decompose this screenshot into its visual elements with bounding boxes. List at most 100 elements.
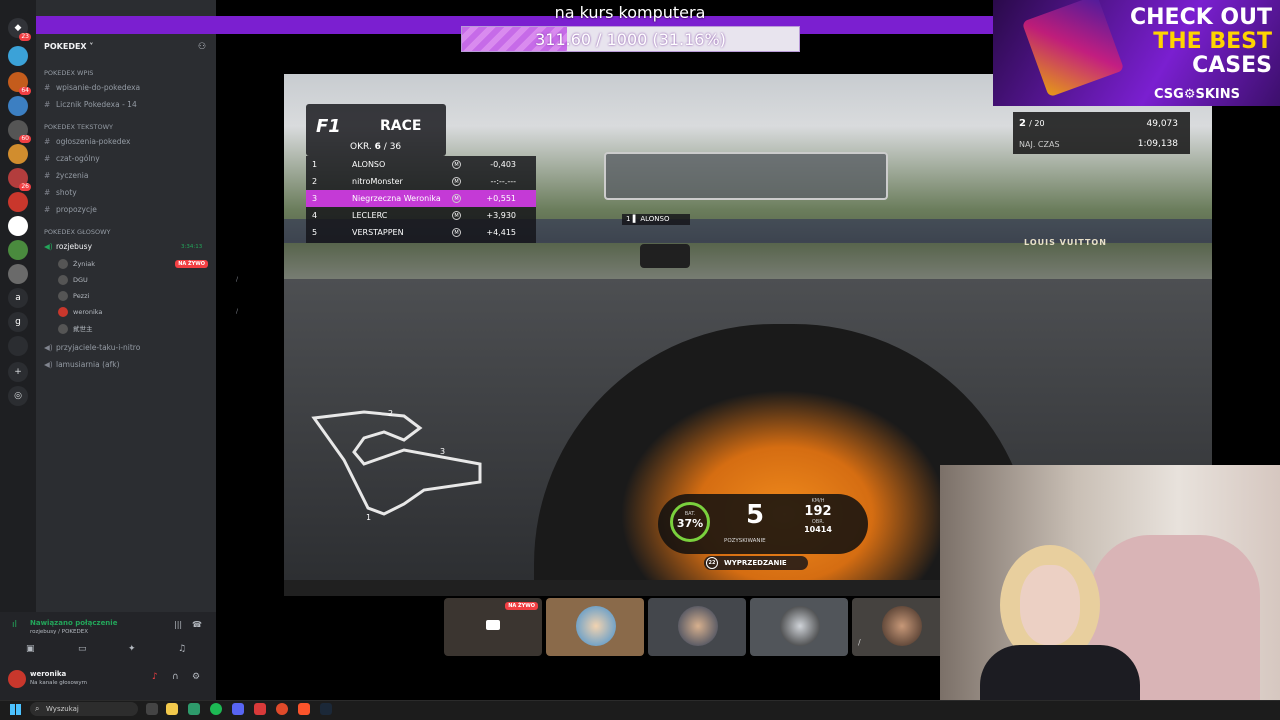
settings-gear-icon[interactable]: ⚙ — [192, 672, 200, 682]
headphones-icon[interactable]: ∩ — [172, 672, 179, 682]
lap-position: 2 / 20 — [1019, 118, 1045, 129]
participant-tile[interactable]: / — [852, 598, 950, 656]
avatar — [58, 307, 68, 317]
channel-item[interactable]: # czat-ogólny — [44, 154, 214, 163]
start-windows-icon[interactable] — [10, 704, 21, 715]
best-time-label: NAJ. CZAS — [1019, 140, 1060, 149]
voice-channel-item[interactable]: ◀) przyjaciele-taku-i-nitro — [44, 343, 214, 352]
connection-status[interactable]: Nawiązano połączenie — [30, 619, 117, 627]
avatar — [58, 275, 68, 285]
participant-strip: NA ŻYWO / — [444, 598, 950, 656]
track-minimap: 1 2 3 — [311, 409, 482, 522]
discord-home-icon[interactable]: ◆ 23 — [8, 18, 31, 41]
channel-item[interactable]: # Licznik Pokedexa - 14 — [44, 100, 214, 109]
brave-icon[interactable] — [298, 703, 310, 715]
goal-progress-text: 311.60 / 1000 (31.16%) — [535, 30, 726, 49]
server-icon[interactable] — [8, 96, 28, 116]
voice-panel: ıl Nawiązano połączenie rozjebusy / POKE… — [0, 612, 216, 700]
category-label[interactable]: POKEDEX Wpis — [44, 69, 93, 77]
opera-icon[interactable] — [276, 703, 288, 715]
participant-tile[interactable] — [750, 598, 848, 656]
avatar — [58, 291, 68, 301]
sponsor-ad[interactable]: CHECK OUT THE BEST CASES CSG⚙SKINS — [993, 0, 1280, 106]
rear-mirror — [604, 152, 888, 200]
voice-channel-item[interactable]: ◀) lamusiarnia (afk) — [44, 360, 214, 369]
channel-item[interactable]: # propozycje — [44, 205, 214, 214]
channel-item[interactable]: # wpisanie-do-pokedexa — [44, 83, 214, 92]
file-explorer-icon[interactable] — [166, 703, 178, 715]
server-icon[interactable]: a — [8, 288, 28, 308]
server-icon[interactable] — [8, 336, 28, 356]
sector-label: 3 — [440, 447, 445, 456]
voice-user[interactable]: Pezzi — [58, 291, 89, 301]
server-icon[interactable] — [8, 144, 28, 164]
user-avatar[interactable] — [8, 670, 26, 688]
channel-sidebar: POKEDEX ˅ ⚇ POKEDEX Wpis # wpisanie-do-po… — [36, 0, 238, 700]
activity-icon[interactable]: ✦ — [128, 644, 136, 654]
server-icon[interactable] — [8, 240, 28, 260]
hash-icon: # — [44, 188, 51, 197]
server-icon[interactable]: 60 — [8, 120, 31, 143]
server-icon[interactable]: g — [8, 312, 28, 332]
steam-icon[interactable] — [320, 703, 332, 715]
avatar — [58, 324, 68, 334]
server-icon[interactable]: 26 — [8, 168, 31, 191]
noise-suppression-icon[interactable]: ||| — [174, 620, 182, 629]
screen-share-icon[interactable]: ▭ — [78, 644, 87, 654]
channel-item[interactable]: # ogłoszenia-pokedex — [44, 137, 214, 146]
muted-icon: / — [236, 276, 239, 283]
speed-readout: KM/H 192 OBR. 10414 — [804, 498, 832, 534]
hash-icon: # — [44, 83, 51, 92]
soundboard-icon[interactable]: ♫ — [178, 644, 186, 654]
speaker-icon: ◀) — [44, 242, 53, 251]
server-name[interactable]: POKEDEX ˅ — [44, 42, 93, 51]
participant-tile[interactable] — [546, 598, 644, 656]
voice-user[interactable]: Żyniak — [58, 259, 95, 269]
server-icon[interactable] — [8, 192, 28, 212]
add-member-icon[interactable]: ⚇ — [198, 42, 206, 52]
speaker-icon: ◀) — [44, 343, 53, 352]
discord-icon[interactable] — [232, 703, 244, 715]
participant-tile[interactable]: NA ŻYWO — [444, 598, 542, 656]
server-icon[interactable] — [8, 264, 28, 284]
discover-icon[interactable]: ◎ — [8, 386, 28, 406]
store-icon[interactable] — [188, 703, 200, 715]
avatar — [780, 606, 820, 646]
car-ahead-tag: 1 ▌ ALONSO — [622, 214, 690, 225]
server-icon[interactable]: 64 — [8, 72, 31, 95]
server-icon[interactable] — [8, 46, 28, 66]
disconnect-icon[interactable]: ☎ — [192, 620, 202, 629]
app-icon[interactable] — [254, 703, 266, 715]
current-lap-time: 49,073 — [1146, 119, 1179, 129]
gear-indicator: 5 — [746, 500, 765, 530]
voice-user[interactable]: DGU — [58, 275, 88, 285]
ad-brand-logo: CSG⚙SKINS — [1154, 87, 1240, 102]
category-label[interactable]: POKEDEX GŁOSOWY — [44, 228, 110, 236]
hash-icon: # — [44, 205, 51, 214]
task-view-icon[interactable] — [146, 703, 158, 715]
steering-dash: BAT. 37% 5 POZYSKIWANIE KM/H 192 OBR. 10… — [658, 494, 868, 554]
spotify-icon[interactable] — [210, 703, 222, 715]
avatar — [678, 606, 718, 646]
server-icon-active[interactable] — [8, 216, 28, 236]
channel-item[interactable]: # shoty — [44, 188, 214, 197]
streamer-webcam — [940, 465, 1280, 720]
category-label[interactable]: POKEDEX Tekstowy — [44, 123, 113, 131]
voice-user[interactable]: weronika — [58, 307, 102, 317]
ad-knife-graphic — [1021, 0, 1125, 98]
lap-timing-panel: 2 / 20 49,073 NAJ. CZAS 1:09,138 — [1013, 112, 1190, 154]
speaker-icon: ◀) — [44, 360, 53, 369]
voice-user[interactable]: 貮世主 — [58, 323, 93, 334]
camera-off-icon[interactable]: ▣ — [26, 644, 35, 654]
race-header: F1 RACE OKR. 6 / 36 — [306, 104, 446, 156]
streamer-face — [1020, 565, 1080, 645]
taskbar-search[interactable]: ⌕ Wyszukaj — [30, 702, 138, 716]
user-name[interactable]: weronika — [30, 670, 66, 678]
best-lap-time: 1:09,138 — [1137, 139, 1178, 149]
participant-tile[interactable] — [648, 598, 746, 656]
channel-item[interactable]: # życzenia — [44, 171, 214, 180]
connection-location[interactable]: rozjebusy / POKEDEX — [30, 629, 88, 635]
hash-icon: # — [44, 137, 51, 146]
add-server-icon[interactable]: + — [8, 362, 28, 382]
mic-muted-icon[interactable]: ♪ — [152, 672, 158, 682]
